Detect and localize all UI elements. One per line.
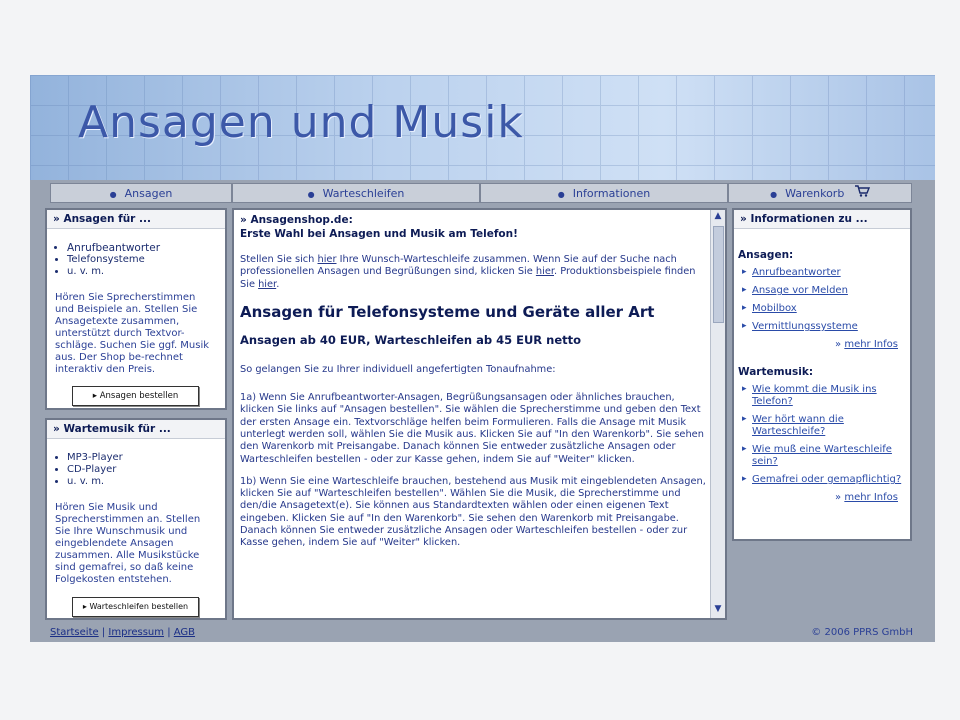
info-box: » Informationen zu ... Ansagen: ▸ Anrufbe…	[732, 208, 912, 541]
info-link[interactable]: Anrufbeantworter	[752, 267, 906, 279]
hier-link[interactable]: hier	[258, 279, 276, 290]
info-link[interactable]: Wie muß eine Warteschleife sein?	[752, 444, 906, 468]
arrow-right-icon: ▸	[742, 414, 747, 424]
bullet-icon: ●	[557, 190, 565, 199]
info-sections: Ansagen: ▸ Anrufbeantworter ▸ Ansage vor M…	[734, 229, 910, 503]
info-link-row: ▸ Wie muß eine Warteschleife sein?	[738, 444, 906, 468]
footer-links: Startseite | Impressum | AGB	[50, 627, 195, 638]
section-title: Wartemusik:	[738, 366, 814, 378]
nav-label: Warteschleifen	[322, 187, 405, 200]
nav-label: Ansagen	[124, 187, 173, 200]
button-label: Warteschleifen bestellen	[89, 602, 189, 611]
mehr-infos-link[interactable]: » mehr Infos	[738, 339, 906, 350]
site-title: Ansagen und Musik	[78, 97, 524, 148]
list-item: u. v. m.	[67, 476, 225, 488]
arrow-right-icon: »	[835, 339, 845, 350]
info-link-row: ▸ Gemafrei oder gemapflichtig?	[738, 474, 906, 486]
more-label: mehr Infos	[844, 492, 898, 503]
content-body: » Ansagenshop.de: Erste Wahl bei Ansagen…	[240, 214, 706, 559]
list-item: u. v. m.	[67, 266, 225, 278]
footer: Startseite | Impressum | AGB © 2006 PPRS…	[30, 625, 935, 642]
arrow-right-icon: ▸	[742, 384, 747, 394]
scroll-up-icon[interactable]: ▲	[711, 211, 725, 224]
box-heading: » Ansagen für ...	[47, 210, 225, 229]
scrollbar[interactable]: ▲ ▼	[710, 210, 725, 618]
arrow-right-icon: ▸	[742, 444, 747, 454]
info-link-row: ▸ Ansage vor Melden	[738, 285, 906, 297]
header-banner: Ansagen und Musik	[30, 75, 935, 180]
ansagen-box: » Ansagen für ... Anrufbeantworter Telef…	[45, 208, 227, 410]
nav-ansagen[interactable]: ● Ansagen	[50, 183, 232, 203]
step-1a: 1a) Wenn Sie Anrufbeantworter-Ansagen, B…	[240, 392, 704, 465]
arrow-right-icon: ▸	[742, 303, 747, 313]
nav-label: Informationen	[572, 187, 651, 200]
button-label: Ansagen bestellen	[99, 391, 179, 401]
warteschleifen-bestellen-button[interactable]: ▸ Warteschleifen bestellen	[72, 597, 199, 617]
footer-link-agb[interactable]: AGB	[174, 627, 195, 638]
hier-link[interactable]: hier	[318, 254, 337, 265]
content-heading: » Ansagenshop.de:	[240, 214, 353, 226]
footer-link-startseite[interactable]: Startseite	[50, 627, 99, 638]
scroll-down-icon[interactable]: ▼	[711, 604, 725, 617]
footer-separator: |	[167, 627, 171, 638]
ansagen-description: Hören Sie Sprecherstimmen und Beispiele …	[55, 292, 210, 375]
box-heading: » Wartemusik für ...	[47, 420, 225, 439]
list-item: Telefonsysteme	[67, 254, 225, 266]
content-subheading: Erste Wahl bei Ansagen und Musik am Tele…	[240, 228, 518, 240]
list-item: CD-Player	[67, 464, 225, 476]
bullet-icon: ●	[770, 190, 778, 199]
cart-icon	[854, 184, 870, 204]
arrow-right-icon: »	[835, 492, 845, 503]
step-1b: 1b) Wenn Sie eine Warteschleife brauchen…	[240, 475, 706, 549]
wartemusik-description: Hören Sie Musik und Sprecherstimmen an. …	[55, 502, 201, 585]
box-heading: » Informationen zu ...	[734, 210, 910, 229]
bullet-icon: ●	[307, 190, 315, 199]
info-link-row: ▸ Anrufbeantworter	[738, 267, 906, 279]
nav-warenkorb[interactable]: ● Warenkorb	[728, 183, 912, 203]
info-link[interactable]: Mobilbox	[752, 303, 906, 315]
nav-label: Warenkorb	[785, 187, 845, 200]
content-title: Ansagen für Telefonsysteme und Geräte al…	[240, 302, 655, 321]
arrow-right-icon: ▸	[742, 321, 747, 331]
price-info: Ansagen ab 40 EUR, Warteschleifen ab 45 …	[240, 332, 582, 347]
main-content[interactable]: » Ansagenshop.de: Erste Wahl bei Ansagen…	[232, 208, 727, 620]
info-link[interactable]: Vermittlungssysteme	[752, 321, 906, 333]
main-navigation: ● Ansagen ● Warteschleifen ● Informationen …	[30, 180, 935, 206]
ansagen-bestellen-button[interactable]: ▸ Ansagen bestellen	[72, 386, 199, 406]
info-link-row: ▸ Wie kommt die Musik ins Telefon?	[738, 384, 906, 408]
list-item: MP3-Player	[67, 452, 225, 464]
bullet-icon: ●	[109, 190, 117, 199]
arrow-right-icon: ▸	[742, 285, 747, 295]
intro-text: Stellen Sie sich	[240, 254, 318, 265]
info-link-row: ▸ Mobilbox	[738, 303, 906, 315]
wartemusik-box: » Wartemusik für ... MP3-Player CD-Playe…	[45, 418, 227, 620]
scroll-thumb[interactable]	[713, 226, 724, 323]
footer-separator: |	[101, 627, 106, 638]
info-link[interactable]: Gemafrei oder gemapflichtig?	[752, 474, 906, 486]
arrow-right-icon: ▸	[742, 267, 747, 277]
info-link-row: ▸ Wer hört wann die Warteschleife?	[738, 414, 906, 438]
info-link[interactable]: Wie kommt die Musik ins Telefon?	[752, 384, 906, 408]
more-label: mehr Infos	[844, 339, 898, 350]
intro-text: .	[276, 278, 280, 290]
ansagen-list: Anrufbeantworter Telefonsysteme u. v. m.	[47, 242, 225, 278]
lead-text: So gelangen Sie zu Ihrer individuell ang…	[240, 363, 556, 375]
info-link-row: ▸ Vermittlungssysteme	[738, 321, 906, 333]
info-link[interactable]: Ansage vor Melden	[752, 285, 906, 297]
hier-link[interactable]: hier	[536, 266, 554, 277]
page-frame: Ansagen und Musik ● Ansagen ● Warteschleif…	[30, 75, 935, 642]
copyright: © 2006 PPRS GmbH	[811, 627, 913, 638]
arrow-right-icon: ▸	[742, 474, 747, 484]
footer-link-impressum[interactable]: Impressum	[108, 627, 164, 638]
arrow-right-icon: ▸	[92, 391, 100, 401]
section-title: Ansagen:	[738, 249, 794, 261]
mehr-infos-link[interactable]: » mehr Infos	[738, 492, 906, 503]
info-link[interactable]: Wer hört wann die Warteschleife?	[752, 414, 906, 438]
intro-paragraph: Stellen Sie sich hier Ihre Wunsch-Wartes…	[240, 254, 706, 291]
list-item: Anrufbeantworter	[67, 242, 225, 254]
wartemusik-list: MP3-Player CD-Player u. v. m.	[47, 452, 225, 488]
nav-warteschleifen[interactable]: ● Warteschleifen	[232, 183, 480, 203]
nav-informationen[interactable]: ● Informationen	[480, 183, 728, 203]
